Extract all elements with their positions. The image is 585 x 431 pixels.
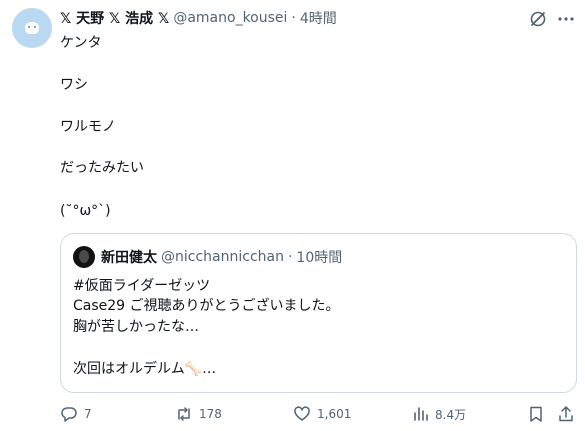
quote-line-3: 胸が苦しかったな… [73, 319, 199, 335]
repost-count: 178 [199, 407, 222, 421]
quoted-tweet[interactable]: 新田健太 @nicchannicchan · 10時間 #仮面ライダーゼッツ C… [60, 233, 577, 393]
views-icon [414, 407, 428, 421]
reply-button[interactable]: 7 [60, 401, 92, 427]
tweet-line-4: だったみたい [60, 160, 144, 176]
tweet-line-5: (˘°ω°`) [60, 203, 111, 219]
author-avatar[interactable] [12, 8, 52, 48]
repost-icon [178, 407, 190, 421]
views-button[interactable]: 8.4万 [411, 401, 466, 427]
share-icon [559, 406, 573, 422]
like-button[interactable]: 1,601 [293, 401, 351, 427]
tweet-time[interactable]: 4時間 [300, 8, 337, 28]
quote-author-avatar[interactable] [73, 246, 95, 268]
quote-separator: · [287, 249, 293, 265]
repost-button[interactable]: 178 [175, 401, 222, 427]
quote-line-4: 次回はオルデルム🦴… [73, 361, 217, 377]
bookmark-icon [530, 406, 542, 422]
action-bar: 7 178 1,601 8.4万 [0, 401, 585, 427]
share-button[interactable] [557, 401, 575, 427]
like-icon [294, 406, 310, 421]
reply-icon [61, 407, 77, 422]
more-icon[interactable] [556, 9, 576, 29]
like-count: 1,601 [317, 407, 352, 421]
tweet-line-1: ケンタ [60, 35, 102, 51]
views-count: 8.4万 [435, 407, 467, 422]
quote-handle[interactable]: @nicchannicchan [161, 249, 284, 265]
tweet-line-2: ワシ [60, 77, 88, 93]
tweet-line-3: ワルモノ [60, 119, 116, 135]
bookmark-button[interactable] [527, 401, 545, 427]
author-display-name[interactable]: 𝕏 天野 𝕏 浩成 𝕏 [60, 8, 169, 28]
tweet-header: 𝕏 天野 𝕏 浩成 𝕏 @amano_kousei · 4時間 [60, 8, 337, 28]
quote-header: 新田健太 @nicchannicchan · 10時間 [101, 247, 342, 267]
quote-line-hashtag[interactable]: #仮面ライダーゼッツ [73, 276, 210, 296]
grok-icon[interactable] [528, 9, 548, 29]
header-separator: · [291, 10, 296, 26]
quote-time[interactable]: 10時間 [296, 247, 342, 267]
reply-count: 7 [84, 407, 92, 421]
quote-line-2: Case29 ご視聴ありがとうございました。 [73, 298, 340, 314]
author-handle[interactable]: @amano_kousei [173, 10, 287, 26]
quote-display-name[interactable]: 新田健太 [101, 247, 157, 267]
